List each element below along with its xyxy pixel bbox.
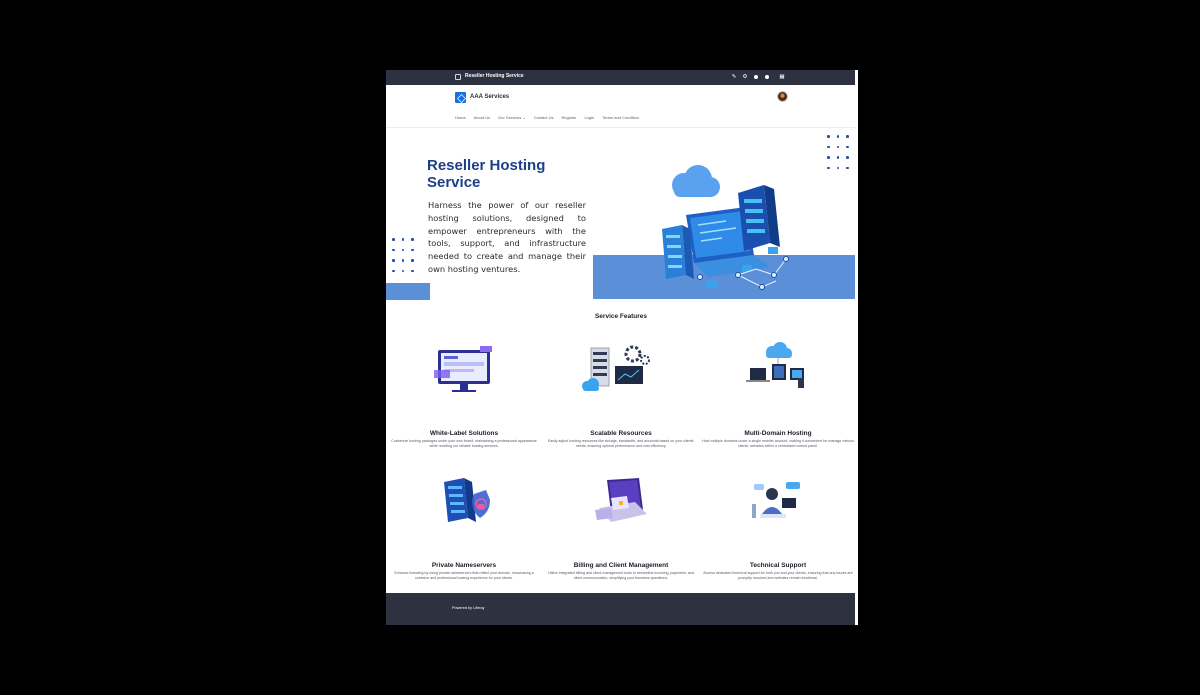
feature-title: Multi-Domain Hosting [744, 430, 812, 437]
nav-our-services[interactable]: Our Services ⌄ [498, 115, 526, 120]
page: Reseller Hosting Service ✎ ⚙ ▦ AAA Servi… [386, 70, 856, 625]
chevron-down-icon: ⌄ [522, 115, 526, 120]
nav-login[interactable]: Login [584, 115, 594, 120]
page-title: Reseller Hosting Service [465, 73, 524, 79]
dot-icon[interactable] [754, 75, 758, 79]
billing-illustration [595, 478, 647, 522]
feature-title: Private Nameservers [431, 562, 497, 569]
site-logo[interactable] [455, 92, 466, 103]
side-panel-icon[interactable] [455, 74, 461, 80]
decor-dots-left [392, 238, 414, 272]
feature-card: Billing and Client Management Utilize in… [543, 474, 699, 584]
feature-description: Easily adjust hosting resources like sto… [547, 439, 695, 448]
private-nameservers-illustration [444, 478, 490, 522]
control-bar: Reseller Hosting Service ✎ ⚙ ▦ [386, 70, 856, 85]
site-footer: Powered by Liferay [386, 593, 856, 625]
nav-terms[interactable]: Terms and Condition [602, 115, 639, 120]
feature-title: Technical Support [749, 562, 807, 569]
feature-card: Private Nameservers Enhance branding by … [386, 474, 542, 584]
gear-icon[interactable]: ⚙ [742, 74, 748, 80]
feature-card: White-Label Solutions Customize hosting … [386, 342, 542, 452]
hero-title: Reseller Hosting Service [427, 157, 546, 191]
feature-card: Scalable Resources Easily adjust hosting… [543, 342, 699, 452]
nav-home[interactable]: Home [455, 115, 466, 120]
hero-description: Harness the power of our reseller hostin… [428, 200, 586, 274]
feature-description: Access dedicated technical support for b… [703, 571, 853, 580]
feature-description: Customize hosting packages under your ow… [391, 439, 537, 448]
section-title: Service Features [594, 313, 648, 320]
scalable-resources-illustration [582, 345, 650, 391]
feature-description: Utilize integrated billing and client ma… [547, 571, 695, 580]
pencil-icon[interactable]: ✎ [731, 74, 737, 80]
feature-title: Scalable Resources [590, 430, 652, 437]
decor-block-left [386, 283, 430, 300]
page-edge [855, 70, 858, 625]
powered-by[interactable]: Powered by Liferay [452, 606, 485, 610]
technical-support-illustration [752, 482, 800, 518]
decor-dots-top-right [827, 135, 849, 169]
info-icon[interactable] [765, 75, 769, 79]
nav-about-us[interactable]: About Us [474, 115, 490, 120]
feature-title: Billing and Client Management [573, 562, 669, 569]
white-label-illustration [434, 346, 492, 392]
grid-icon[interactable]: ▦ [779, 74, 785, 80]
feature-card: Technical Support Access dedicated techn… [700, 474, 856, 584]
feature-title: White-Label Solutions [429, 430, 499, 437]
nav-our-services-label: Our Services [498, 115, 522, 120]
site-name[interactable]: AAA Services [470, 94, 509, 100]
avatar[interactable] [777, 91, 788, 102]
feature-description: Enhance branding by using private namese… [394, 571, 534, 580]
nav-contact-us[interactable]: Contact Us [534, 115, 554, 120]
hosting-illustration [662, 165, 789, 290]
main-nav: Home About Us Our Services ⌄ Contact Us … [455, 115, 639, 120]
nav-register[interactable]: Register [562, 115, 577, 120]
feature-card: Multi-Domain Hosting Host multiple domai… [700, 342, 856, 452]
feature-description: Host multiple domains under a single res… [702, 439, 854, 448]
site-header: AAA Services Home About Us Our Services … [386, 85, 856, 128]
multi-domain-illustration [746, 342, 804, 388]
